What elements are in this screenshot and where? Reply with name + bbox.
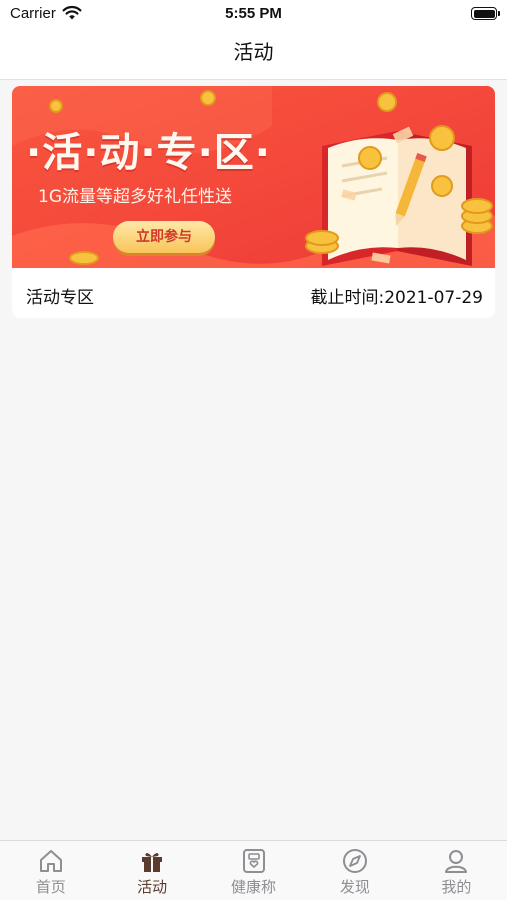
tab-bar: 首页 活动 健康称 发现 我的 <box>0 840 507 900</box>
compass-icon <box>342 849 367 873</box>
scale-icon <box>242 849 265 873</box>
tab-discover[interactable]: 发现 <box>304 841 405 900</box>
activity-deadline: 截止时间:2021-07-29 <box>310 288 483 308</box>
tab-health-scale-label: 健康称 <box>231 878 277 896</box>
navigation-bar: 活动 <box>0 28 507 80</box>
tab-mine-label: 我的 <box>441 878 472 896</box>
tab-activity-label: 活动 <box>137 878 168 896</box>
activity-name: 活动专区 <box>26 288 94 308</box>
banner-title: ·活·动·专·区· <box>26 130 271 176</box>
user-icon <box>445 850 468 873</box>
banner-subtitle: 1G流量等超多好礼任性送 <box>38 187 232 207</box>
tab-home[interactable]: 首页 <box>0 841 101 900</box>
tab-mine[interactable]: 我的 <box>406 841 507 900</box>
tab-health-scale[interactable]: 健康称 <box>203 841 304 900</box>
status-bar: Carrier 5:55 PM <box>0 0 507 28</box>
activity-banner[interactable]: ·活·动·专·区· 1G流量等超多好礼任性送 立即参与 <box>12 86 495 268</box>
clock: 5:55 PM <box>225 5 282 22</box>
page-title: 活动 <box>233 40 274 64</box>
battery-icon <box>471 7 500 20</box>
tab-discover-label: 发现 <box>339 878 370 896</box>
tab-activity[interactable]: 活动 <box>101 841 202 900</box>
activity-card[interactable]: ·活·动·专·区· 1G流量等超多好礼任性送 立即参与 活动专区 截止时间:20… <box>12 86 495 318</box>
activity-card-footer: 活动专区 截止时间:2021-07-29 <box>12 268 495 318</box>
home-icon <box>39 850 62 872</box>
tab-home-label: 首页 <box>35 878 66 896</box>
gift-icon <box>142 853 163 872</box>
join-now-button[interactable]: 立即参与 <box>113 221 215 253</box>
